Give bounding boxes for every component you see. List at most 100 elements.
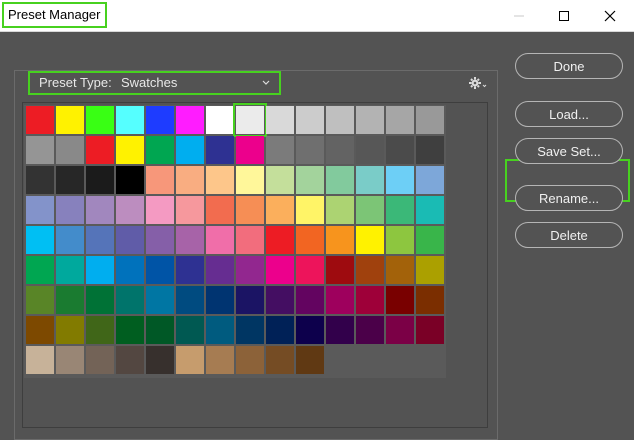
swatch[interactable] [176, 256, 204, 284]
close-icon[interactable] [587, 0, 633, 31]
swatch[interactable] [356, 106, 384, 134]
preset-type-select[interactable]: Swatches [115, 75, 277, 91]
swatch[interactable] [356, 226, 384, 254]
swatch[interactable] [86, 136, 114, 164]
swatch[interactable] [176, 106, 204, 134]
swatch[interactable] [356, 256, 384, 284]
swatch[interactable] [26, 256, 54, 284]
swatch[interactable] [326, 196, 354, 224]
swatch[interactable] [116, 166, 144, 194]
swatch[interactable] [116, 286, 144, 314]
rename-button[interactable]: Rename... [515, 185, 623, 211]
swatch[interactable] [146, 166, 174, 194]
swatch[interactable] [176, 286, 204, 314]
swatch[interactable] [236, 166, 264, 194]
swatch[interactable] [266, 346, 294, 374]
swatch[interactable] [326, 286, 354, 314]
swatch[interactable] [86, 226, 114, 254]
swatch[interactable] [56, 256, 84, 284]
swatch[interactable] [296, 166, 324, 194]
load-button[interactable]: Load... [515, 101, 623, 127]
swatch[interactable] [356, 316, 384, 344]
swatch[interactable] [326, 106, 354, 134]
swatch[interactable] [296, 196, 324, 224]
swatch[interactable] [266, 286, 294, 314]
swatch[interactable] [86, 166, 114, 194]
swatch[interactable] [146, 136, 174, 164]
swatch[interactable] [206, 286, 234, 314]
swatch[interactable] [146, 226, 174, 254]
swatch[interactable] [86, 196, 114, 224]
swatch[interactable] [176, 166, 204, 194]
swatch[interactable] [56, 106, 84, 134]
swatch[interactable] [236, 136, 264, 164]
swatch[interactable] [116, 106, 144, 134]
swatch[interactable] [296, 106, 324, 134]
swatch[interactable] [386, 196, 414, 224]
save-set-button[interactable]: Save Set... [515, 138, 623, 164]
swatch[interactable] [206, 226, 234, 254]
swatch[interactable] [26, 166, 54, 194]
swatch[interactable] [326, 166, 354, 194]
swatch[interactable] [326, 256, 354, 284]
swatch[interactable] [86, 316, 114, 344]
swatch[interactable] [386, 256, 414, 284]
swatch[interactable] [56, 196, 84, 224]
swatch[interactable] [326, 316, 354, 344]
swatch[interactable] [236, 346, 264, 374]
swatch[interactable] [236, 316, 264, 344]
swatch[interactable] [146, 106, 174, 134]
swatch[interactable] [176, 136, 204, 164]
swatch[interactable] [26, 226, 54, 254]
swatch[interactable] [233, 103, 267, 137]
swatch[interactable] [26, 316, 54, 344]
swatch[interactable] [86, 256, 114, 284]
swatch[interactable] [146, 256, 174, 284]
swatch[interactable] [206, 316, 234, 344]
swatch[interactable] [26, 196, 54, 224]
swatch[interactable] [176, 226, 204, 254]
swatch[interactable] [176, 346, 204, 374]
swatch[interactable] [386, 106, 414, 134]
swatch[interactable] [416, 196, 444, 224]
swatch[interactable] [236, 286, 264, 314]
swatch[interactable] [296, 226, 324, 254]
swatch[interactable] [416, 106, 444, 134]
swatch[interactable] [26, 106, 54, 134]
swatch[interactable] [236, 226, 264, 254]
swatch[interactable] [296, 256, 324, 284]
swatch[interactable] [356, 166, 384, 194]
swatch[interactable] [386, 136, 414, 164]
swatch[interactable] [326, 226, 354, 254]
swatch[interactable] [356, 286, 384, 314]
swatch[interactable] [266, 166, 294, 194]
swatch[interactable] [416, 136, 444, 164]
swatch[interactable] [266, 316, 294, 344]
swatch[interactable] [296, 286, 324, 314]
gear-icon[interactable] [468, 76, 488, 90]
swatch[interactable] [236, 256, 264, 284]
swatch[interactable] [416, 256, 444, 284]
swatch[interactable] [146, 316, 174, 344]
swatch[interactable] [86, 286, 114, 314]
swatch[interactable] [296, 316, 324, 344]
swatch[interactable] [206, 256, 234, 284]
swatch[interactable] [86, 106, 114, 134]
swatch[interactable] [356, 196, 384, 224]
maximize-icon[interactable] [541, 0, 587, 31]
swatch[interactable] [206, 346, 234, 374]
swatch[interactable] [416, 166, 444, 194]
swatch[interactable] [146, 286, 174, 314]
swatch[interactable] [356, 136, 384, 164]
swatch[interactable] [56, 136, 84, 164]
swatch[interactable] [266, 106, 294, 134]
swatch[interactable] [86, 346, 114, 374]
swatch[interactable] [386, 286, 414, 314]
swatch[interactable] [296, 136, 324, 164]
swatch[interactable] [266, 136, 294, 164]
swatch[interactable] [116, 196, 144, 224]
done-button[interactable]: Done [515, 53, 623, 79]
swatch[interactable] [56, 226, 84, 254]
swatch[interactable] [116, 136, 144, 164]
swatch[interactable] [206, 166, 234, 194]
